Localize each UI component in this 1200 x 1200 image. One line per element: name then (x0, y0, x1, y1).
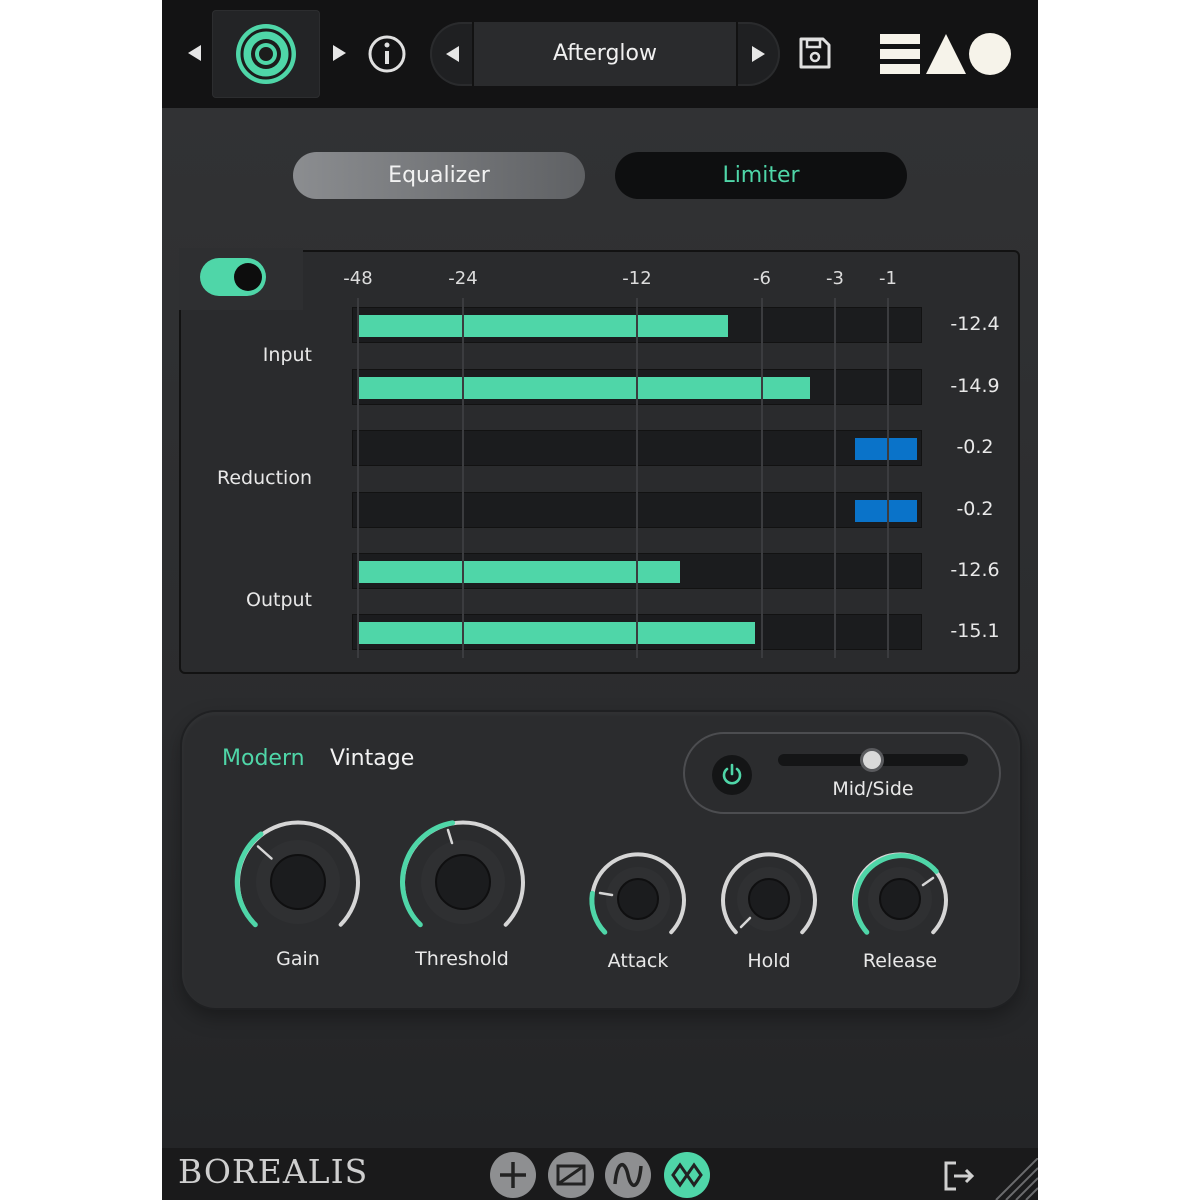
tab-limiter[interactable]: Limiter (615, 152, 907, 199)
threshold-knob[interactable] (397, 816, 529, 948)
threshold-label: Threshold (415, 948, 509, 970)
gridline (462, 298, 464, 658)
brand-wordmark: BOREALIS (178, 1152, 369, 1191)
gridline (887, 298, 889, 658)
meter-fill (359, 622, 755, 644)
scale-label: -1 (879, 268, 897, 289)
release-knob[interactable] (849, 848, 951, 950)
divider (736, 22, 738, 86)
input-right-value: -14.9 (950, 375, 1000, 397)
plugin-logo-slot[interactable] (212, 10, 320, 98)
gridline (636, 298, 638, 658)
ring-logo-icon (236, 24, 296, 84)
gridline (761, 298, 763, 658)
mode-modern[interactable]: Modern (222, 746, 305, 771)
preset-selector: Afterglow (430, 22, 780, 86)
next-preset-icon[interactable] (752, 46, 765, 62)
meter-fill (359, 315, 728, 337)
hold-knob[interactable] (718, 848, 820, 950)
output-left-value: -12.6 (950, 559, 1000, 581)
saturation-module-button[interactable] (605, 1152, 651, 1198)
reduction-right-value: -0.2 (956, 498, 994, 520)
scale-label: -48 (343, 268, 373, 289)
top-bar: Afterglow (162, 0, 1038, 108)
power-icon (722, 763, 742, 785)
mode-vintage[interactable]: Vintage (330, 746, 414, 771)
gridline (834, 298, 836, 658)
save-icon[interactable] (798, 36, 832, 70)
scale-label: -6 (753, 268, 771, 289)
brand-mark-icon (880, 33, 1011, 75)
output-label: Output (246, 589, 312, 611)
mid-side-label: Mid/Side (832, 778, 914, 800)
resize-grip-icon[interactable] (988, 1158, 1038, 1200)
mid-side-slider-handle[interactable] (860, 748, 884, 772)
compressor-icon (556, 1164, 586, 1186)
toggle-knob (234, 263, 262, 291)
plugin-window: Afterglow Equalizer Limiter -48 -24 -12 … (162, 0, 1038, 1200)
limiter-enable-toggle[interactable] (200, 258, 266, 296)
info-icon[interactable] (366, 33, 408, 75)
prev-preset-icon[interactable] (446, 46, 459, 62)
reduction-fill (855, 500, 917, 522)
reduction-label: Reduction (217, 467, 312, 489)
hold-label: Hold (747, 950, 791, 972)
limiter-module-button[interactable] (664, 1152, 710, 1198)
wave-icon (613, 1163, 643, 1187)
meter-fill (359, 377, 810, 399)
add-module-button[interactable] (490, 1152, 536, 1198)
output-right-value: -15.1 (950, 620, 1000, 642)
gain-label: Gain (276, 948, 320, 970)
release-label: Release (862, 950, 938, 972)
attack-knob[interactable] (587, 848, 689, 950)
gain-knob[interactable] (232, 816, 364, 948)
input-label: Input (262, 344, 312, 366)
input-left-value: -12.4 (950, 313, 1000, 335)
scale-label: -3 (826, 268, 844, 289)
scale-label: -24 (448, 268, 478, 289)
attack-label: Attack (607, 950, 669, 972)
mid-side-power-button[interactable] (712, 755, 752, 795)
limiter-diamond-icon (671, 1162, 703, 1188)
logout-icon[interactable] (942, 1160, 976, 1192)
meter-fill (359, 561, 680, 583)
scale-label: -12 (622, 268, 652, 289)
prev-skin-arrow-icon[interactable] (188, 45, 201, 61)
tab-equalizer[interactable]: Equalizer (293, 152, 585, 199)
compressor-module-button[interactable] (548, 1152, 594, 1198)
next-skin-arrow-icon[interactable] (333, 45, 346, 61)
gridline (357, 298, 359, 658)
plus-icon (500, 1162, 526, 1188)
reduction-left-value: -0.2 (956, 436, 994, 458)
reduction-fill (855, 438, 917, 460)
preset-name[interactable]: Afterglow (474, 22, 736, 86)
